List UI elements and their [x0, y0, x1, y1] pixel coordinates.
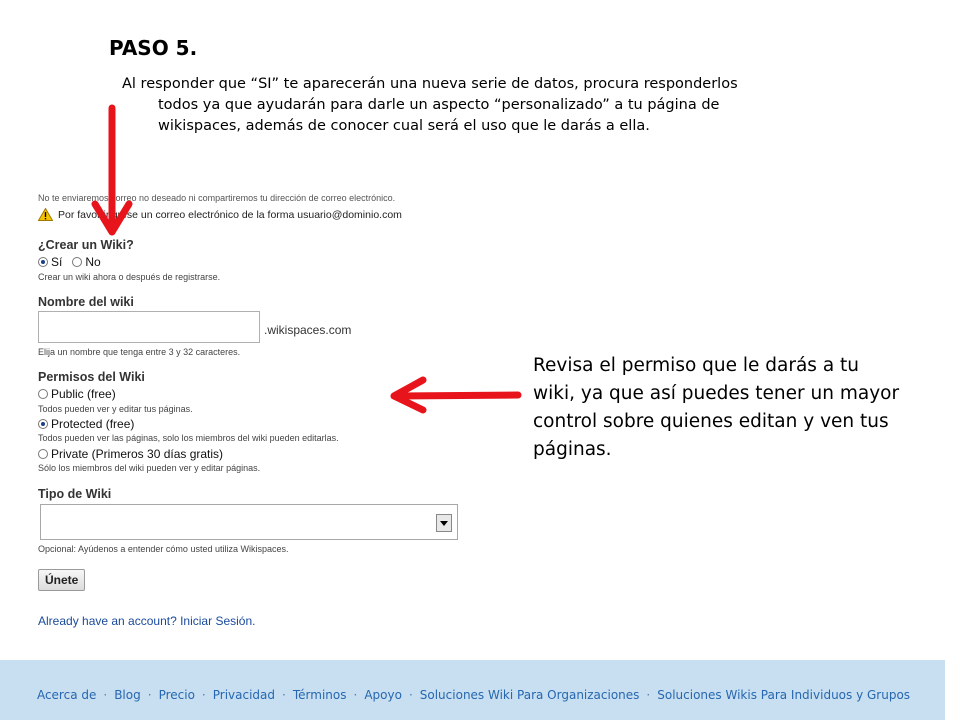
create-wiki-options: Sí No: [38, 255, 101, 269]
footer-links: Acerca de · Blog · Precio · Privacidad · Término…: [16, 687, 931, 703]
footer-separator: ·: [408, 688, 413, 702]
footer-separator: ·: [646, 688, 651, 702]
permission-public-help: Todos pueden ver y editar tus páginas.: [38, 404, 193, 414]
warning-text: Por favor ingrese un correo electrónico …: [58, 208, 402, 221]
intro-line: todos ya que ayudarán para darle un aspe…: [158, 97, 720, 113]
footer-bar: Acerca de · Blog · Precio · Privacidad · Término…: [0, 660, 945, 720]
permission-public-option: Public (free): [38, 387, 116, 401]
permission-protected-label: Protected (free): [51, 417, 135, 431]
permission-public-radio[interactable]: [38, 389, 48, 399]
footer-separator: ·: [353, 688, 358, 702]
permissions-label: Permisos del Wiki: [38, 370, 145, 384]
footer-separator: ·: [103, 688, 108, 702]
wiki-domain-suffix: .wikispaces.com: [264, 323, 352, 337]
intro-paragraph: Al responder que “SI” te aparecerán una …: [122, 74, 762, 137]
dropdown-arrow-icon[interactable]: [436, 514, 452, 532]
permission-protected-radio[interactable]: [38, 419, 48, 429]
create-wiki-yes-radio[interactable]: [38, 257, 48, 267]
permission-private-help: Sólo los miembros del wiki pueden ver y …: [38, 463, 261, 473]
footer-link[interactable]: Acerca de: [37, 688, 96, 702]
create-wiki-yes-label: Sí: [51, 255, 63, 269]
warning-icon: [38, 208, 53, 221]
permission-protected-option: Protected (free): [38, 417, 134, 431]
warning-message: Por favor ingrese un correo electrónico …: [38, 208, 402, 221]
footer-link[interactable]: Soluciones Wikis Para Individuos y Grupo…: [657, 688, 910, 702]
wiki-name-label: Nombre del wiki: [38, 295, 134, 309]
login-link[interactable]: Already have an account? Iniciar Sesión.: [38, 614, 255, 628]
intro-line: Al responder que “SI” te aparecerán una …: [122, 76, 738, 92]
join-button[interactable]: Únete: [38, 569, 86, 591]
wiki-name-help: Elija un nombre que tenga entre 3 y 32 c…: [38, 347, 241, 357]
footer-link[interactable]: Precio: [159, 688, 195, 702]
footer-link[interactable]: Apoyo: [364, 688, 402, 702]
permission-private-option: Private (Primeros 30 días gratis): [38, 447, 223, 461]
footer-link[interactable]: Términos: [293, 688, 347, 702]
permission-private-label: Private (Primeros 30 días gratis): [51, 447, 224, 461]
footer-separator: ·: [147, 688, 152, 702]
left-arrow-icon: [390, 376, 522, 414]
permission-note: Revisa el permiso que le darás a tu wiki…: [533, 355, 900, 460]
footer-separator: ·: [201, 688, 206, 702]
wiki-type-label: Tipo de Wiki: [38, 487, 112, 501]
footer-link[interactable]: Blog: [114, 688, 141, 702]
create-wiki-label: ¿Crear un Wiki?: [38, 238, 134, 252]
permission-protected-help: Todos pueden ver las páginas, solo los m…: [38, 433, 339, 443]
permission-public-label: Public (free): [51, 387, 116, 401]
create-wiki-help: Crear un wiki ahora o después de registr…: [38, 272, 221, 282]
footer-separator: ·: [282, 688, 286, 702]
wiki-type-help: Opcional: Ayúdenos a entender cómo usted…: [38, 544, 289, 554]
spam-notice: No te enviaremos correo no deseado ni co…: [38, 193, 396, 203]
create-wiki-no-label: No: [85, 255, 101, 269]
intro-line: wikispaces, además de conocer cual será …: [158, 118, 650, 134]
create-wiki-no-radio[interactable]: [72, 257, 83, 267]
wiki-name-input[interactable]: [38, 311, 260, 343]
footer-link[interactable]: Privacidad: [213, 688, 275, 702]
footer-link[interactable]: Soluciones Wiki Para Organizaciones: [420, 688, 640, 702]
page-title: PASO 5.: [109, 36, 198, 60]
wiki-type-select[interactable]: [40, 504, 458, 540]
permission-private-radio[interactable]: [38, 449, 48, 459]
